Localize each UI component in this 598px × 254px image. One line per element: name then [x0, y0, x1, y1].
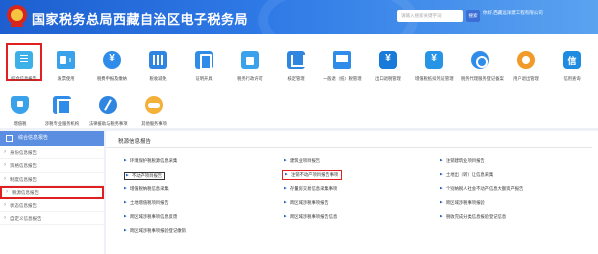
nav-item-tax-relief[interactable]: 税收减免	[138, 51, 178, 82]
link-cross-region-cancel[interactable]: 跨区域涉税事项报验登记缴销	[124, 228, 186, 234]
handshake-icon	[145, 96, 163, 114]
sidebar-item-status[interactable]: 状态信息报告	[0, 199, 104, 212]
sidebar-header: 综合信息报告	[0, 131, 104, 146]
nav-item-export-refund[interactable]: 出口退税管理	[368, 51, 408, 82]
nav-item-tax-filing[interactable]: 税费申报及缴纳	[92, 51, 132, 82]
chart-icon	[471, 51, 489, 69]
sidebar-item-custom[interactable]: 自定义信息报告	[0, 212, 104, 226]
nav-item-invoice[interactable]: 发票使用	[46, 51, 86, 82]
link-land-transfer[interactable]: 土地出（转）让信息采集	[440, 172, 493, 178]
search-input[interactable]: 请输入搜索关键字词	[397, 10, 463, 22]
nav-item-professional-service[interactable]: 涉税专业服务机构	[42, 96, 82, 127]
monitor-icon	[333, 51, 351, 69]
sidebar-item-tax-source[interactable]: 税源信息报告	[0, 185, 104, 199]
link-cross-region-feedback[interactable]: 跨区域涉税事项信息反馈	[124, 214, 177, 220]
link-large-asset[interactable]: 个别纳税人社会不动产信息大额资产报告	[440, 186, 523, 192]
top-header: 国家税务总局西藏自治区电子税务局 请输入搜索关键字词 搜索 你好,西藏远洋建工程…	[0, 0, 598, 34]
icon-navigation: 综合信息报告 发票使用 税费申报及缴纳 税收减免 证明开具 税务行政许可 核定管…	[0, 34, 598, 128]
link-cross-region-verify[interactable]: 跨区域涉税事项报验	[440, 200, 485, 206]
sidebar-item-identity[interactable]: 身份信息报告	[0, 146, 104, 160]
nav-item-comprehensive-report[interactable]: 综合信息报告	[6, 43, 42, 81]
pen-icon	[99, 96, 117, 114]
yuan-badge2-icon	[425, 51, 443, 69]
gear-icon	[517, 51, 535, 69]
tax-emblem-icon	[7, 5, 27, 27]
search-button[interactable]: 搜索	[466, 10, 480, 22]
link-cross-region-report[interactable]: 跨区域涉税事项报告	[284, 200, 329, 206]
user-greeting[interactable]: 你好,西藏远洋建工程有限公司	[483, 10, 593, 16]
link-housing-transaction[interactable]: 存量房交易信息采集事项	[284, 186, 337, 192]
bag-icon	[241, 51, 259, 69]
house-icon	[287, 51, 305, 69]
link-cross-region-info[interactable]: 跨区域涉税事项报告信息	[284, 214, 337, 220]
site-title: 国家税务总局西藏自治区电子税务局	[32, 12, 249, 27]
nav-item-credit-query[interactable]: 信用查询	[552, 51, 592, 82]
pdf-icon	[53, 96, 71, 115]
divider	[106, 147, 592, 148]
tax-payment-icon	[103, 51, 121, 69]
content-title: 税源信息报告	[118, 139, 152, 145]
link-land-vat[interactable]: 土地增值税项目报告	[124, 200, 169, 206]
link-construction-report[interactable]: 建筑业项目报告	[284, 158, 320, 164]
nav-item-vat[interactable]: 增值税	[0, 96, 40, 127]
nav-item-other-services[interactable]: 其他服务事项	[134, 96, 174, 127]
shield-icon	[11, 96, 29, 114]
list-icon	[6, 135, 13, 142]
nav-item-assessment[interactable]: 核定管理	[276, 51, 316, 82]
credit-icon	[563, 51, 581, 69]
yuan-badge-icon	[379, 51, 397, 69]
sidebar-title: 综合信息报告	[18, 135, 49, 141]
sidebar-item-system[interactable]: 制度信息报告	[0, 173, 104, 186]
main-area: 综合信息报告 身份信息报告 资格信息报告 制度信息报告 税源信息报告 状态信息报…	[0, 131, 598, 254]
link-env-tax[interactable]: 环境保护税税源信息采集	[124, 158, 177, 164]
link-cancel-construction[interactable]: 注销建筑业项目报告	[440, 158, 485, 164]
sidebar-item-qualification[interactable]: 资格信息报告	[0, 159, 104, 173]
nav-item-legal-aid[interactable]: 法律援助与税务事项	[88, 96, 128, 127]
link-real-estate-report[interactable]: 不动产项目报告	[124, 172, 166, 180]
nav-item-vat-deduction[interactable]: 增值税抵扣凭证管理	[414, 51, 454, 82]
link-tax-classification[interactable]: 税收完成分类信息报验登记信息	[440, 214, 506, 220]
link-vat-collection[interactable]: 增值税纳税信息采集	[124, 186, 169, 192]
calculator-icon	[149, 51, 167, 69]
nav-item-refund[interactable]: 一般退（抵）税管理	[322, 51, 362, 82]
sidebar: 综合信息报告 身份信息报告 资格信息报告 制度信息报告 税源信息报告 状态信息报…	[0, 131, 104, 254]
clipboard-icon	[195, 51, 213, 70]
nav-item-certificate[interactable]: 证明开具	[184, 51, 224, 82]
content-panel: 税源信息报告 环境保护税税源信息采集 建筑业项目报告 注销建筑业项目报告 不动产…	[106, 131, 598, 254]
nav-item-admin-license[interactable]: 税务行政许可	[230, 51, 270, 82]
header-decoration	[258, 0, 418, 34]
card-icon	[57, 51, 75, 69]
nav-item-agent-registration[interactable]: 税务代理服务登记备案	[460, 51, 504, 82]
nav-item-user-exit[interactable]: 用户退出管理	[506, 51, 546, 82]
link-cancel-real-estate[interactable]: 注销不动产项目报告事项	[282, 170, 343, 180]
doc-icon	[15, 51, 33, 69]
